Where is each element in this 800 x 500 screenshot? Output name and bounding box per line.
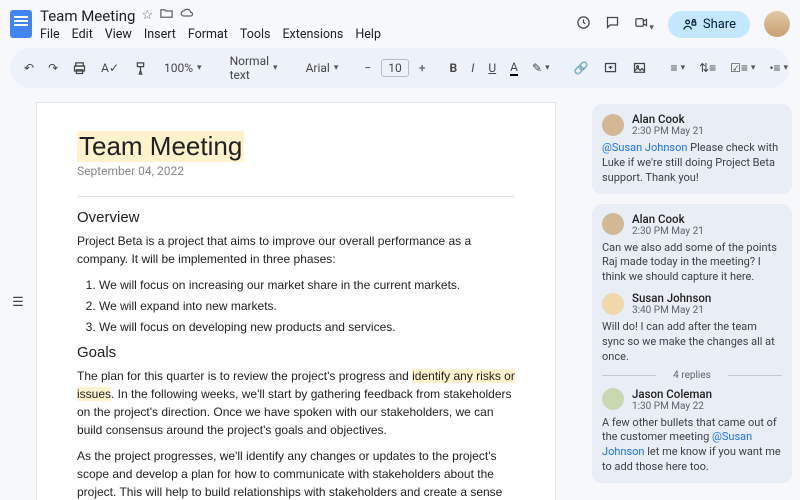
doc-date[interactable]: September 04, 2022 <box>77 164 515 178</box>
bold-icon[interactable]: B <box>446 59 462 77</box>
docs-logo-icon[interactable] <box>10 10 32 38</box>
body-paragraph[interactable]: The plan for this quarter is to review t… <box>77 367 515 439</box>
comment-timestamp: 2:30 PM May 21 <box>632 226 704 237</box>
mention[interactable]: @Susan Johnson <box>602 141 687 154</box>
comment-body: Will do! I can add after the team sync s… <box>602 320 782 365</box>
paragraph-style-select[interactable]: Normal text▾ <box>224 52 284 84</box>
comment-card[interactable]: Alan Cook 2:30 PM May 21 Can we also add… <box>592 204 792 483</box>
highlight-color-icon[interactable]: ✎▾ <box>528 59 554 77</box>
body-paragraph[interactable]: As the project progresses, we'll identif… <box>77 447 515 500</box>
list-item[interactable]: We will expand into new markets. <box>99 297 515 315</box>
insert-image-icon[interactable] <box>628 59 651 78</box>
comment-timestamp: 3:40 PM May 21 <box>632 305 711 316</box>
font-family-select[interactable]: Arial▾ <box>300 59 345 77</box>
history-icon[interactable] <box>576 15 591 34</box>
add-comment-icon[interactable] <box>599 59 622 78</box>
menu-insert[interactable]: Insert <box>144 27 176 42</box>
cloud-status-icon[interactable] <box>180 6 195 25</box>
print-icon[interactable] <box>68 59 91 78</box>
font-size-decrease-icon[interactable]: − <box>360 59 375 77</box>
document-canvas[interactable]: Team Meeting September 04, 2022 Overview… <box>36 94 586 500</box>
menu-help[interactable]: Help <box>355 27 381 42</box>
commenter-avatar <box>602 388 624 410</box>
comment-body: @Susan Johnson Please check with Luke if… <box>602 141 782 186</box>
section-heading-goals[interactable]: Goals <box>77 344 515 361</box>
font-size-input[interactable]: 10 <box>381 59 409 77</box>
bulleted-list-icon[interactable]: •≡▾ <box>765 59 792 77</box>
comment-body: Can we also add some of the points Raj m… <box>602 241 782 286</box>
share-button[interactable]: Share <box>668 11 750 38</box>
font-size-increase-icon[interactable]: + <box>415 59 430 77</box>
section-heading-overview[interactable]: Overview <box>77 209 515 226</box>
menu-tools[interactable]: Tools <box>240 27 271 42</box>
text-color-icon[interactable]: A <box>506 58 522 78</box>
document-title[interactable]: Team Meeting <box>40 7 135 25</box>
list-item[interactable]: We will focus on developing new products… <box>99 318 515 336</box>
paint-format-icon[interactable] <box>129 59 152 78</box>
menu-extensions[interactable]: Extensions <box>282 27 343 42</box>
body-paragraph[interactable]: Project Beta is a project that aims to i… <box>77 232 515 268</box>
comment-body: A few other bullets that came out of the… <box>602 416 782 475</box>
redo-icon[interactable]: ↷ <box>44 59 62 77</box>
zoom-select[interactable]: 100%▾ <box>158 59 208 77</box>
account-avatar[interactable] <box>764 11 790 37</box>
comment-card[interactable]: Alan Cook 2:30 PM May 21 @Susan Johnson … <box>592 104 792 194</box>
star-icon[interactable]: ☆ <box>141 8 153 23</box>
underline-icon[interactable]: U <box>484 59 500 77</box>
insert-link-icon[interactable]: 🔗 <box>570 59 593 77</box>
align-icon[interactable]: ≡▾ <box>667 59 690 77</box>
comments-panel: Alan Cook 2:30 PM May 21 @Susan Johnson … <box>586 94 800 500</box>
menu-edit[interactable]: Edit <box>72 27 93 42</box>
meet-icon[interactable]: ▾ <box>634 15 654 34</box>
document-outline-icon[interactable]: ☰ <box>8 104 28 500</box>
divider <box>77 196 515 197</box>
commenter-name: Susan Johnson <box>632 291 711 305</box>
comments-icon[interactable] <box>605 15 620 34</box>
toolbar: ↶ ↷ A✓ 100%▾ Normal text▾ Arial▾ − 10 + … <box>10 48 790 88</box>
titlebar: Team Meeting ☆ File Edit View Insert For… <box>0 0 800 42</box>
numbered-list[interactable]: We will focus on increasing our market s… <box>77 276 515 336</box>
share-label: Share <box>703 17 736 32</box>
page: Team Meeting September 04, 2022 Overview… <box>36 102 556 500</box>
list-item[interactable]: We will focus on increasing our market s… <box>99 276 515 294</box>
doc-heading-1[interactable]: Team Meeting <box>77 131 244 162</box>
commenter-avatar <box>602 293 624 315</box>
menu-format[interactable]: Format <box>188 27 228 42</box>
replies-count[interactable]: 4 replies <box>602 370 782 381</box>
menu-view[interactable]: View <box>105 27 132 42</box>
italic-icon[interactable]: I <box>467 59 478 77</box>
checklist-icon[interactable]: ☑≡▾ <box>726 59 759 77</box>
commenter-avatar <box>602 213 624 235</box>
undo-icon[interactable]: ↶ <box>20 59 38 77</box>
menu-file[interactable]: File <box>40 27 60 42</box>
commenter-avatar <box>602 114 624 136</box>
commenter-name: Alan Cook <box>632 112 704 126</box>
line-spacing-icon[interactable]: ⇅≡ <box>695 59 720 77</box>
commenter-name: Jason Coleman <box>632 387 712 401</box>
comment-timestamp: 1:30 PM May 22 <box>632 401 712 412</box>
move-folder-icon[interactable] <box>159 6 174 25</box>
comment-timestamp: 2:30 PM May 21 <box>632 126 704 137</box>
share-lock-icon <box>682 17 697 32</box>
menu-bar: File Edit View Insert Format Tools Exten… <box>40 27 568 42</box>
spellcheck-icon[interactable]: A✓ <box>97 59 123 77</box>
commenter-name: Alan Cook <box>632 212 704 226</box>
